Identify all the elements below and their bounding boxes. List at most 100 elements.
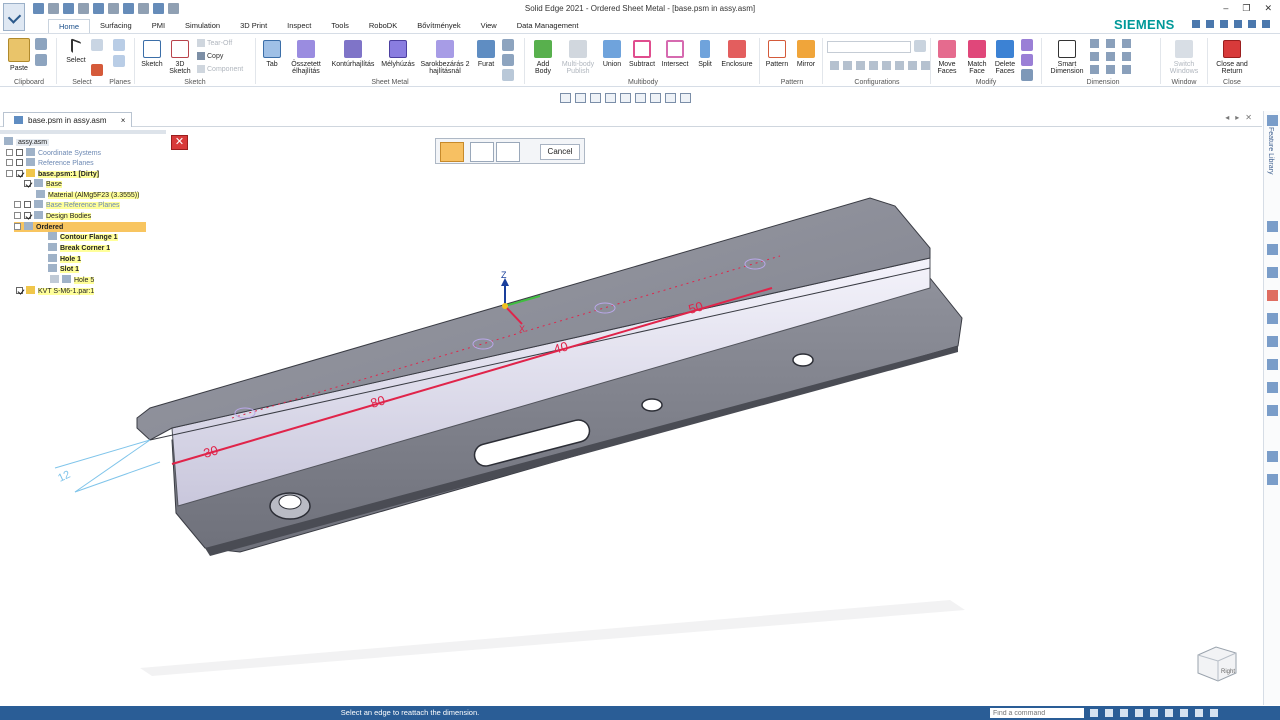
close-window-icon[interactable]: ✕	[1264, 3, 1272, 14]
panel-icon[interactable]	[1267, 359, 1278, 370]
config-tool-icon[interactable]	[895, 61, 904, 70]
dimension-tool-icon[interactable]	[1090, 65, 1099, 74]
delete-faces-button[interactable]: Delete Faces	[992, 40, 1018, 75]
config-tool-icon[interactable]	[869, 61, 878, 70]
mirror-button[interactable]: Mirror	[793, 40, 819, 68]
config-tool-icon[interactable]	[882, 61, 891, 70]
arrow-icon[interactable]	[1090, 709, 1098, 717]
help-icon[interactable]	[1220, 20, 1228, 28]
component-button[interactable]: Component	[197, 65, 243, 73]
select-tools-button[interactable]	[91, 39, 103, 54]
panel-icon[interactable]	[1267, 313, 1278, 324]
plane-2-button[interactable]	[113, 55, 125, 70]
furat-button[interactable]: Furat	[474, 40, 498, 68]
tab-scroll-controls[interactable]: ◂▸✕	[1225, 113, 1258, 122]
tab-3d-print[interactable]: 3D Print	[230, 19, 277, 33]
cut-button[interactable]	[35, 38, 47, 53]
panel-icon[interactable]	[1267, 336, 1278, 347]
rotate-icon[interactable]	[620, 93, 631, 103]
cancel-button[interactable]: Cancel	[540, 144, 580, 160]
smart-dimension-button[interactable]: Smart Dimension	[1046, 40, 1088, 75]
dimension-tool-icon[interactable]	[1106, 52, 1115, 61]
tab-bovitmenyek[interactable]: Bővítmények	[407, 19, 470, 33]
view-cube[interactable]: Right	[1194, 641, 1240, 685]
config-tool-icon[interactable]	[843, 61, 852, 70]
close-and-return-button[interactable]: Close and Return	[1211, 40, 1253, 75]
enclosure-button[interactable]: Enclosure	[719, 40, 755, 68]
find-command-input[interactable]	[990, 708, 1084, 718]
zoom-icon[interactable]	[1105, 709, 1113, 717]
select-filter-button[interactable]	[91, 64, 103, 79]
tab-view[interactable]: View	[471, 19, 507, 33]
tab-inspect[interactable]: Inspect	[277, 19, 321, 33]
dimension-tool-icon[interactable]	[1090, 39, 1099, 48]
wireframe-icon[interactable]	[650, 93, 661, 103]
shaded-icon[interactable]	[635, 93, 646, 103]
add-body-button[interactable]: Add Body	[530, 40, 556, 75]
modify-extra-1-button[interactable]	[1021, 39, 1033, 54]
sketch-view-icon[interactable]	[1180, 709, 1188, 717]
select-step-button[interactable]	[440, 142, 464, 162]
minimize-icon[interactable]: –	[1223, 3, 1228, 14]
fit-icon[interactable]	[590, 93, 601, 103]
section-icon[interactable]	[665, 93, 676, 103]
pattern-button[interactable]: Pattern	[764, 40, 790, 68]
panel-icon[interactable]	[1267, 382, 1278, 393]
tab-data-management[interactable]: Data Management	[507, 19, 589, 33]
switch-windows-button[interactable]: Switch Windows	[1163, 40, 1205, 75]
config-tool-icon[interactable]	[921, 61, 930, 70]
panel-icon[interactable]	[1267, 244, 1278, 255]
intersect-button[interactable]: Intersect	[659, 40, 691, 68]
panel-icon[interactable]	[1267, 451, 1278, 462]
config-save-button[interactable]	[914, 40, 926, 55]
restore-document-icon[interactable]	[1248, 20, 1256, 28]
record-icon[interactable]	[1195, 709, 1203, 717]
paste-button[interactable]: Paste	[6, 38, 32, 72]
tab-surfacing[interactable]: Surfacing	[90, 19, 142, 33]
dimension-tool-icon[interactable]	[1122, 52, 1131, 61]
3d-viewport[interactable]: 30 80 40 50 12 Z X	[0, 128, 1262, 706]
layout-icon[interactable]	[1192, 20, 1200, 28]
pan-icon[interactable]	[1150, 709, 1158, 717]
modify-extra-2-button[interactable]	[1021, 54, 1033, 69]
melyhuzas-button[interactable]: Mélyhúzás	[379, 40, 417, 68]
minimize-ribbon-icon[interactable]	[1234, 20, 1242, 28]
panel-icon[interactable]	[1267, 405, 1278, 416]
dimension-tool-icon[interactable]	[1122, 65, 1131, 74]
tab-pmi[interactable]: PMI	[142, 19, 175, 33]
select-button[interactable]: Select	[62, 38, 90, 64]
split-button[interactable]: Split	[694, 40, 716, 68]
sm-extra-2-button[interactable]	[502, 54, 514, 69]
dangling-dimension-line[interactable]	[54, 439, 151, 493]
konturhajlitas-button[interactable]: Kontúrhajlítás	[328, 40, 378, 68]
tab-robodk[interactable]: RoboDK	[359, 19, 407, 33]
rotate-icon[interactable]	[1165, 709, 1173, 717]
document-tab-close-icon[interactable]: ×	[121, 116, 126, 125]
copy-button[interactable]: Copy	[197, 52, 223, 60]
move-faces-button[interactable]: Move Faces	[934, 40, 960, 75]
fit-icon[interactable]	[1135, 709, 1143, 717]
tab-tools[interactable]: Tools	[321, 19, 359, 33]
restore-icon[interactable]: ❐	[1242, 3, 1250, 14]
union-button[interactable]: Union	[600, 40, 624, 68]
document-tab[interactable]: base.psm in assy.asm ×	[3, 112, 133, 127]
panel-icon[interactable]	[1267, 290, 1278, 301]
zoom-area-icon[interactable]	[1120, 709, 1128, 717]
config-tool-icon[interactable]	[908, 61, 917, 70]
config-tool-icon[interactable]	[830, 61, 839, 70]
tab-home[interactable]: Home	[48, 19, 91, 33]
dangling-dimension-label[interactable]: 12	[56, 469, 72, 485]
dimension-tool-icon[interactable]	[1106, 39, 1115, 48]
options-step-button[interactable]	[518, 142, 532, 162]
3d-sketch-button[interactable]: 3D Sketch	[167, 40, 193, 75]
tab-simulation[interactable]: Simulation	[175, 19, 230, 33]
reattach-step-button[interactable]	[496, 142, 520, 162]
panel-icon[interactable]	[1267, 474, 1278, 485]
multibody-publish-button[interactable]: Multi-body Publish	[558, 40, 598, 75]
configuration-dropdown[interactable]	[827, 41, 911, 53]
subtract-button[interactable]: Subtract	[626, 40, 658, 68]
osszetett-elhajlitas-button[interactable]: Összetett élhajlítás	[286, 40, 326, 75]
hole-feature[interactable]	[792, 353, 814, 367]
display-style-icon[interactable]	[680, 93, 691, 103]
match-face-button[interactable]: Match Face	[964, 40, 990, 75]
